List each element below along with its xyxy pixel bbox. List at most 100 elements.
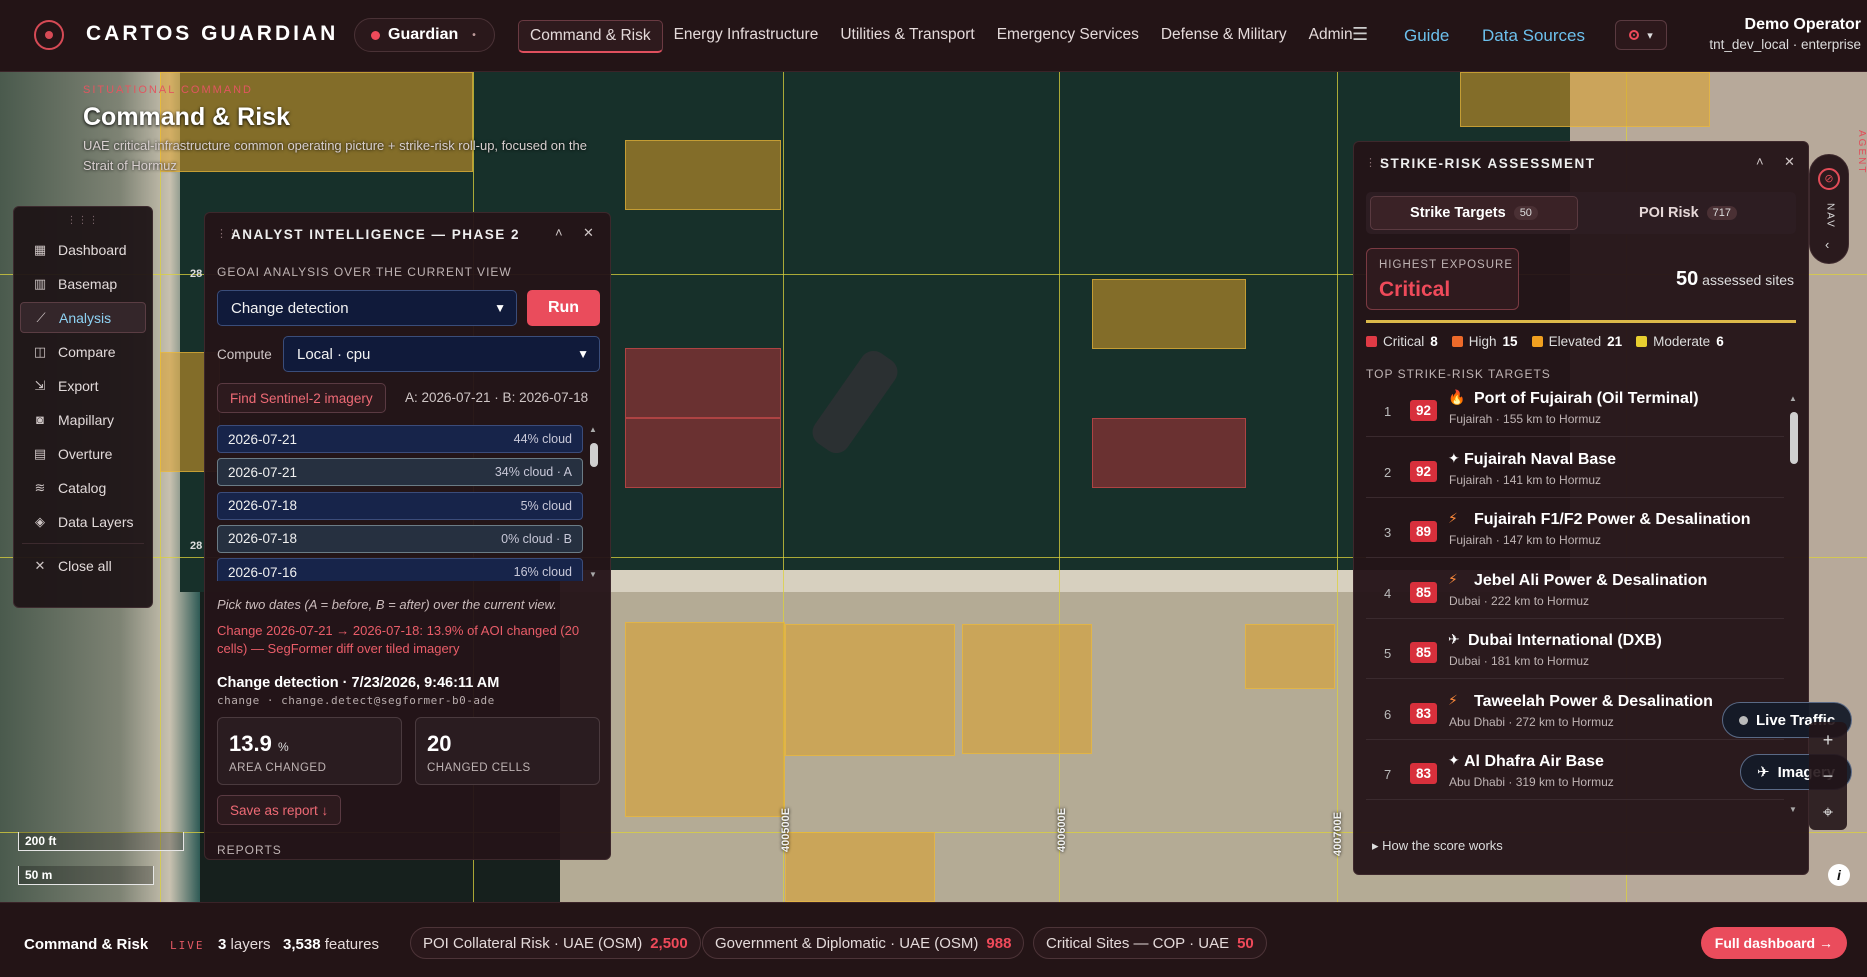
chip-label: Government & Diplomatic · UAE (OSM) [715, 934, 979, 952]
sidebar-item-export[interactable]: ⇲ Export [20, 370, 146, 401]
zoom-out-icon[interactable]: − [1809, 758, 1847, 794]
legend-swatch [1451, 336, 1463, 347]
close-all-button[interactable]: ✕ Close all [20, 550, 146, 581]
sidebar-item-mapillary[interactable]: ◙ Mapillary [20, 404, 146, 435]
tab-strike-targets[interactable]: Strike Targets 50 [1370, 196, 1578, 230]
sidebar-item-data-layers[interactable]: ◈ Data Layers [20, 506, 146, 537]
change-cell [625, 418, 781, 488]
how-score-works-link[interactable]: ▸ How the score works [1372, 838, 1503, 854]
save-report-button[interactable]: Save as report ↓ [217, 795, 342, 825]
sidebar-item-label: Catalog [58, 479, 107, 496]
find-imagery-button[interactable]: Find Sentinel-2 imagery [217, 383, 386, 413]
list-item[interactable]: 2026-07-21 44% cloud [217, 425, 583, 453]
run-button[interactable]: Run [527, 290, 600, 326]
camera-icon: ◙ [36, 412, 44, 427]
scroll-down-icon[interactable]: ▼ [589, 570, 597, 579]
layer-chip[interactable]: Critical Sites — COP · UAE 50 [1033, 927, 1267, 959]
agent-tab[interactable]: AGENT [1853, 130, 1867, 240]
menu-icon[interactable]: ☰ [1352, 24, 1368, 45]
change-cell [785, 832, 935, 902]
legend-critical: Critical 8 [1366, 334, 1438, 349]
legend-count: 8 [1430, 334, 1438, 349]
list-item[interactable]: 2026-07-21 34% cloud · A [217, 458, 583, 487]
risk-score-badge: 89 [1410, 521, 1437, 542]
compute-select[interactable]: Local · cpu ▼ [283, 336, 600, 372]
tenant-switcher[interactable]: Guardian • [354, 18, 495, 52]
change-cell [1245, 624, 1335, 689]
chip-count: 988 [986, 934, 1012, 952]
nav-utilities[interactable]: Utilities & Transport [829, 20, 985, 53]
legend-count: 15 [1502, 334, 1518, 349]
full-dashboard-button[interactable]: Full dashboard → [1700, 927, 1847, 959]
sidebar-item-dashboard[interactable]: ▦ Dashboard [20, 234, 146, 265]
list-item[interactable]: 2026-07-16 16% cloud [217, 558, 583, 581]
severity-bar [1366, 320, 1796, 323]
close-icon[interactable]: ✕ [1784, 154, 1795, 170]
target-location: Dubai · 181 km to Hormuz [1449, 654, 1590, 668]
list-item[interactable]: 2026-07-18 0% cloud · B [217, 524, 583, 553]
chevron-left-icon[interactable]: ‹ [1825, 237, 1829, 252]
nav-emergency[interactable]: Emergency Services [986, 20, 1150, 53]
nav-energy[interactable]: Energy Infrastructure [663, 20, 830, 53]
legend-swatch [1531, 336, 1543, 347]
close-all-label: Close all [58, 557, 112, 574]
drag-handle-icon[interactable]: ⋮⋮⋮ [14, 215, 152, 231]
target-row[interactable]: 2 92 ✦ Fujairah Naval Base Fujairah · 141 km… [1366, 449, 1784, 498]
data-sources-link[interactable]: Data Sources [1482, 26, 1585, 46]
analysis-type-select[interactable]: Change detection ▼ [217, 290, 517, 326]
layer-chip[interactable]: POI Collateral Risk · UAE (OSM) 2,500 [410, 927, 701, 959]
nav-defense[interactable]: Defense & Military [1150, 20, 1298, 53]
scroll-up-icon[interactable]: ▲ [589, 425, 597, 434]
target-row[interactable]: 6 83 ⚡ Taweelah Power & Desalination Abu Dha… [1366, 691, 1784, 740]
target-row[interactable]: 4 85 ⚡ Jebel Ali Power & Desalination Dubai … [1366, 570, 1784, 619]
sidebar-item-compare[interactable]: ◫ Compare [20, 336, 146, 367]
scroll-thumb[interactable] [590, 443, 598, 467]
target-rank: 4 [1384, 585, 1392, 601]
list-item[interactable]: 2026-07-18 5% cloud [217, 491, 583, 520]
target-row[interactable]: 3 89 ⚡ Fujairah F1/F2 Power & Desalination F… [1366, 509, 1784, 558]
sidebar-item-basemap[interactable]: ▥ Basemap [20, 268, 146, 299]
target-name: Port of Fujairah (Oil Terminal) [1474, 390, 1699, 407]
legend-elevated: Elevated 21 [1531, 334, 1622, 349]
satellite-icon: ✈ [1757, 764, 1770, 781]
target-location: Fujairah · 155 km to Hormuz [1449, 412, 1602, 426]
scroll-down-icon[interactable]: ▼ [1789, 805, 1797, 814]
close-icon[interactable]: ✕ [583, 225, 594, 241]
cloud-value: 5% cloud [520, 498, 572, 513]
sidebar-item-overture[interactable]: ▤ Overture [20, 438, 146, 469]
zoom-in-icon[interactable]: + [1809, 722, 1847, 758]
layer-chip[interactable]: Government & Diplomatic · UAE (OSM) 988 [702, 927, 1025, 959]
target-row[interactable]: 7 83 ✦ Al Dhafra Air Base Abu Dhabi · 319 km… [1366, 751, 1784, 800]
record-button[interactable]: ▾ [1615, 20, 1667, 50]
scroll-thumb[interactable] [1790, 412, 1798, 464]
tab-poi-risk[interactable]: POI Risk 717 [1584, 196, 1792, 230]
target-rank: 5 [1384, 646, 1392, 661]
target-row[interactable]: 1 92 🔥 Port of Fujairah (Oil Terminal) Fujai… [1366, 388, 1784, 437]
legend-label: Moderate [1653, 334, 1711, 349]
locate-icon[interactable]: ⌖ [1809, 794, 1847, 830]
sidebar-item-catalog[interactable]: ≋ Catalog [20, 472, 146, 503]
risk-score-badge: 92 [1410, 460, 1437, 482]
legend-label: Elevated [1548, 334, 1602, 349]
scroll-up-icon[interactable]: ▲ [1789, 394, 1797, 403]
sidebar-item-label: Compare [58, 343, 116, 360]
tab-count: 717 [1706, 206, 1737, 220]
target-row[interactable]: 5 85 ✈ Dubai International (DXB) Dubai · 181… [1366, 630, 1784, 679]
date-list-scrollbar[interactable]: ▲ ▼ [589, 425, 599, 579]
sidebar-item-analysis[interactable]: ⟋ Analysis [20, 302, 146, 333]
map-icon: ▥ [33, 275, 47, 291]
collapse-icon[interactable]: ˄ [555, 225, 563, 240]
target-rank: 3 [1384, 525, 1392, 540]
guide-link[interactable]: Guide [1404, 26, 1449, 46]
assessed-label: assessed sites [1702, 272, 1794, 288]
legend-swatch [1636, 336, 1648, 347]
target-list-scrollbar[interactable]: ▲ ▼ [1788, 394, 1800, 814]
collapse-icon[interactable]: ˄ [1756, 154, 1764, 169]
nav-command-risk[interactable]: Command & Risk [518, 20, 663, 53]
user-name[interactable]: Demo Operator [1745, 16, 1861, 34]
info-icon[interactable]: i [1828, 864, 1850, 886]
compass-icon[interactable]: ⊘ [1818, 168, 1840, 190]
risk-score-badge: 85 [1410, 581, 1437, 603]
tab-label: Strike Targets [1410, 205, 1506, 221]
legend-moderate: Moderate 6 [1636, 334, 1724, 349]
